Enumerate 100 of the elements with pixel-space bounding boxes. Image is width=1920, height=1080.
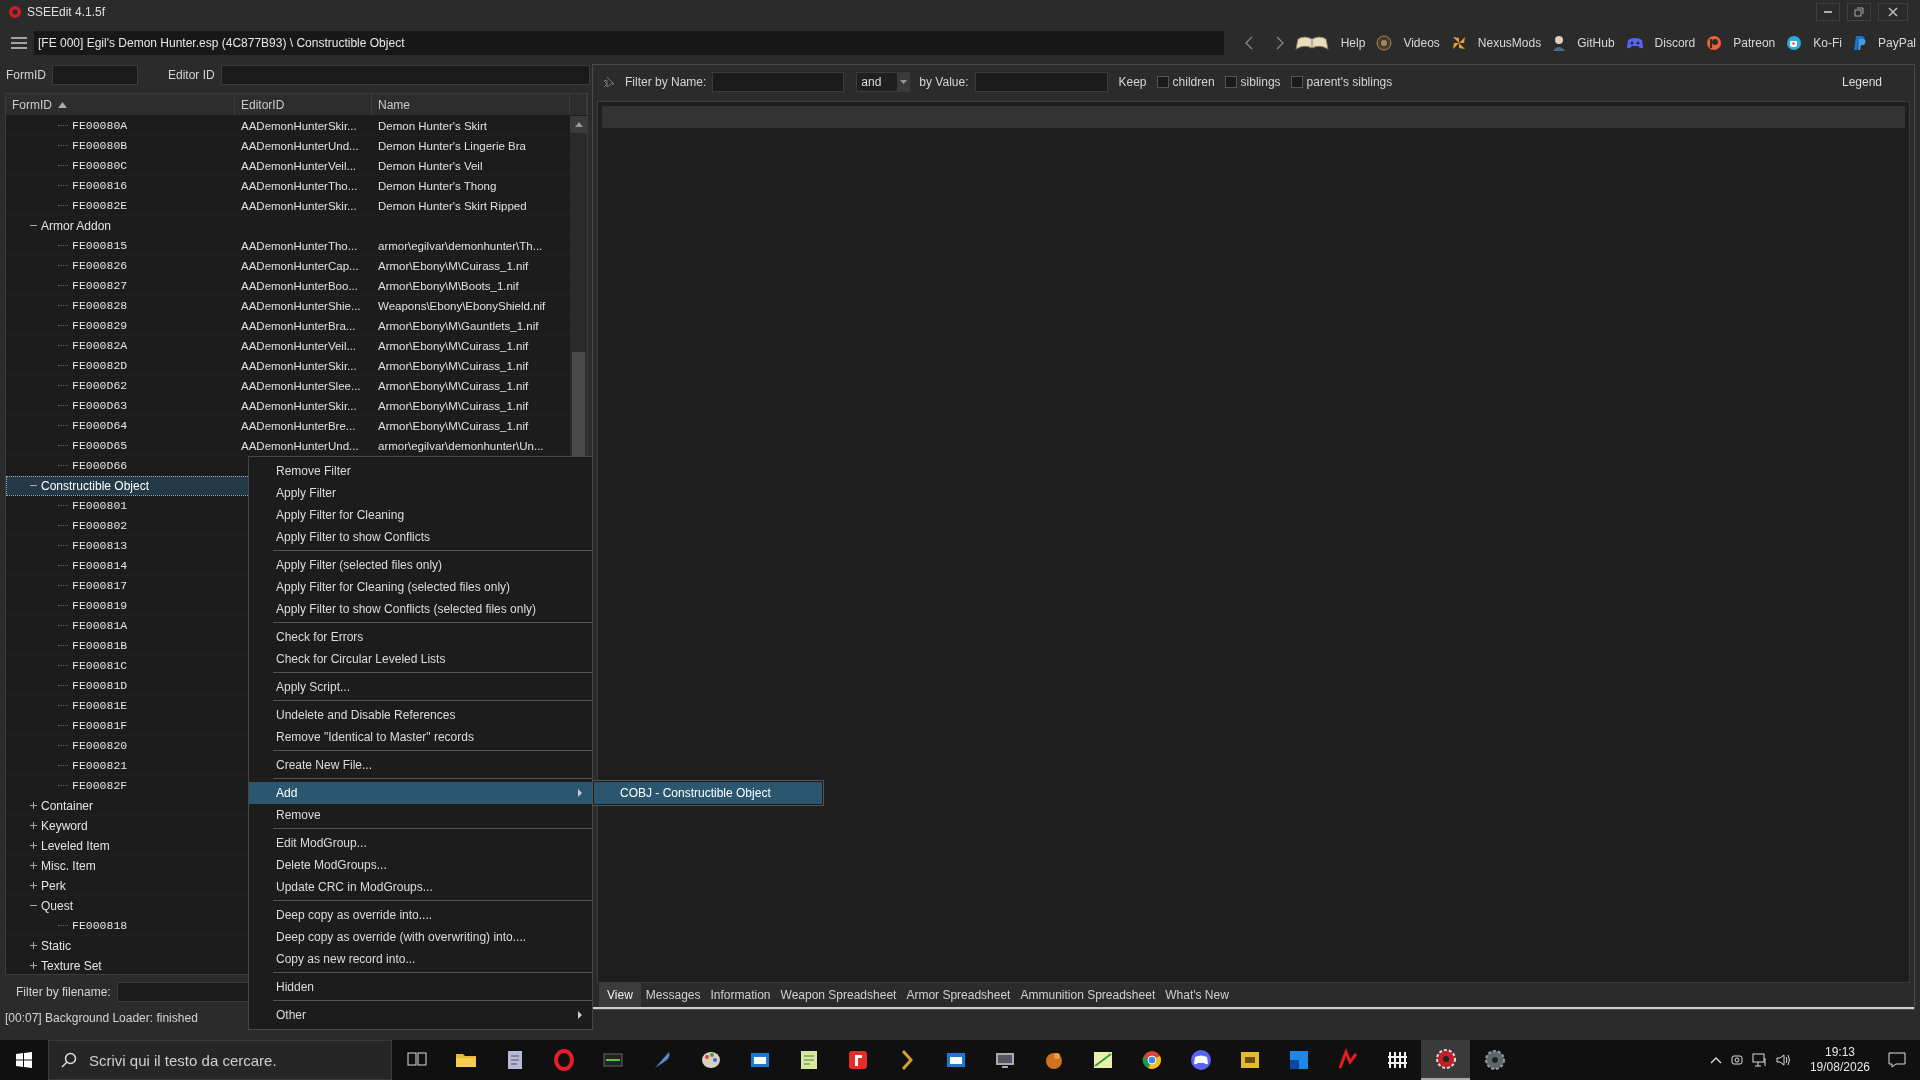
tree-node[interactable]: Leveled Item xyxy=(41,838,110,853)
toolbar-link[interactable]: Videos xyxy=(1403,36,1440,50)
menu-item[interactable]: Apply Filter xyxy=(249,482,592,504)
column-header[interactable]: Name xyxy=(372,94,570,115)
menu-item[interactable]: Apply Filter for Cleaning xyxy=(249,504,592,526)
toolbar-link[interactable]: PayPal xyxy=(1877,36,1916,50)
checkbox[interactable] xyxy=(1224,76,1237,88)
menu-item[interactable]: Remove xyxy=(249,804,592,826)
clock-date[interactable]: 19/08/2026 xyxy=(1809,1060,1870,1075)
expand-icon[interactable] xyxy=(29,801,38,810)
value-filter-field[interactable] xyxy=(974,72,1108,92)
tree-node[interactable]: Static xyxy=(41,938,71,953)
menu-item[interactable]: Deep copy as override into.... xyxy=(249,904,592,926)
menu-item[interactable]: Remove "Identical to Master" records xyxy=(249,726,592,748)
checkbox-label[interactable]: parent's siblings xyxy=(1306,75,1393,89)
menu-item[interactable]: Check for Circular Leveled Lists xyxy=(249,648,592,670)
menu-item[interactable]: COBJ - Constructible Object xyxy=(594,782,822,804)
form-id-cell: FE000D62 xyxy=(72,379,128,392)
expand-icon[interactable] xyxy=(29,821,38,830)
toolbar-link[interactable]: Discord xyxy=(1654,36,1696,50)
menu-item[interactable]: Create New File... xyxy=(249,754,592,776)
menu-item[interactable]: Deep copy as override (with overwriting) into.... xyxy=(249,926,592,948)
form-id-cell: FE00080B xyxy=(72,139,128,152)
expand-icon[interactable] xyxy=(29,961,38,970)
tree-node[interactable]: Perk xyxy=(41,878,66,893)
checkbox-label[interactable]: children xyxy=(1172,75,1215,89)
column-header[interactable]: EditorID xyxy=(235,94,372,115)
formid-field[interactable] xyxy=(52,65,138,85)
expand-icon[interactable] xyxy=(29,881,38,890)
form-id-cell: FE000827 xyxy=(72,279,128,292)
tree-node[interactable]: Quest xyxy=(41,898,73,913)
tab[interactable]: Information xyxy=(705,983,776,1007)
tree-node[interactable]: Constructible Object xyxy=(41,478,150,493)
toolbar-link[interactable]: Ko-Fi xyxy=(1813,36,1842,50)
tree-node[interactable]: Misc. Item xyxy=(41,858,96,873)
tree-node[interactable]: Container xyxy=(41,798,94,813)
chevron-up-icon[interactable] xyxy=(1709,1056,1722,1064)
tab[interactable]: Messages xyxy=(640,983,706,1007)
name-cell-text: Demon Hunter's Skirt Ripped xyxy=(377,199,528,212)
editor-id-cell-text: AADemonHunterUnd... xyxy=(240,139,360,152)
name-cell-text: Armor\Ebony\M\Cuirass_1.nif xyxy=(377,379,530,392)
network-icon[interactable] xyxy=(1751,1053,1768,1067)
close-button[interactable] xyxy=(1878,3,1908,21)
menu-item[interactable]: Delete ModGroups... xyxy=(249,854,592,876)
tree-node[interactable]: Texture Set xyxy=(41,958,102,973)
search-bar[interactable]: Scrivi qui il testo da cercare. xyxy=(48,1040,392,1080)
tab[interactable]: View xyxy=(599,983,641,1007)
name-cell-text: Armor\Ebony\M\Gauntlets_1.nif xyxy=(377,319,540,332)
menu-item[interactable]: Remove Filter xyxy=(249,460,592,482)
restore-button[interactable] xyxy=(1847,3,1871,21)
checkbox[interactable] xyxy=(1290,76,1303,88)
toolbar-link[interactable]: Patreon xyxy=(1733,36,1776,50)
speaker-icon[interactable] xyxy=(1775,1053,1792,1067)
editor-id-cell-text: AADemonHunterTho... xyxy=(240,239,359,252)
editor-id-cell-text: AADemonHunterSlee... xyxy=(240,379,362,392)
legend-button[interactable]: Legend xyxy=(1837,73,1886,91)
expand-icon[interactable] xyxy=(29,941,38,950)
menu-item[interactable]: Undelete and Disable References xyxy=(249,704,592,726)
menu-item[interactable]: Apply Filter to show Conflicts (selected files only) xyxy=(249,598,592,620)
toolbar-link[interactable]: Help xyxy=(1340,36,1366,50)
tree-node[interactable]: Armor Addon xyxy=(41,218,112,233)
menu-item[interactable]: Update CRC in ModGroups... xyxy=(249,876,592,898)
name-cell-text: Demon Hunter's Skirt xyxy=(377,119,488,132)
camera-icon[interactable] xyxy=(1729,1053,1744,1067)
expand-icon[interactable] xyxy=(29,861,38,870)
checkbox[interactable] xyxy=(1156,76,1169,88)
minimize-button[interactable] xyxy=(1816,3,1840,21)
tab[interactable]: Armor Spreadsheet xyxy=(901,983,1016,1007)
operator-dropdown[interactable]: and xyxy=(856,72,911,92)
clock-time[interactable]: 19:13 xyxy=(1824,1045,1855,1060)
gamepad-icon xyxy=(1625,36,1644,50)
taskbar-button[interactable] xyxy=(1421,1040,1470,1080)
minimize-icon xyxy=(1824,11,1832,13)
column-header[interactable]: FormID xyxy=(6,94,235,115)
menu-item[interactable]: Add xyxy=(249,782,592,804)
menu-item[interactable]: Apply Filter for Cleaning (selected files only) xyxy=(249,576,592,598)
expand-icon[interactable] xyxy=(29,841,38,850)
editor-id-cell-text: AADemonHunterTho... xyxy=(240,179,359,192)
menu-item[interactable]: Apply Filter to show Conflicts xyxy=(249,526,592,548)
search-field[interactable]: Scrivi qui il testo da cercare. xyxy=(87,1050,391,1070)
tab[interactable]: Weapon Spreadsheet xyxy=(775,983,902,1007)
menu-item[interactable]: Hidden xyxy=(249,976,592,998)
menu-item[interactable]: Check for Errors xyxy=(249,626,592,648)
tab[interactable]: What's New xyxy=(1160,983,1234,1007)
menu-item[interactable]: Edit ModGroup... xyxy=(249,832,592,854)
menu-button[interactable] xyxy=(10,36,28,50)
menu-item[interactable]: Apply Script... xyxy=(249,676,592,698)
menu-item[interactable]: Copy as new record into... xyxy=(249,948,592,970)
editor-id-cell-text: AADemonHunterSkir... xyxy=(240,119,358,132)
notification-icon[interactable] xyxy=(1888,1052,1906,1068)
tab[interactable]: Ammunition Spreadsheet xyxy=(1015,983,1161,1007)
tree-node[interactable]: Keyword xyxy=(41,818,88,833)
menu-item[interactable]: Apply Filter (selected files only) xyxy=(249,554,592,576)
path-field: [FE 000] Egil's Demon Hunter.esp (4C877B93) \ Constructible Object xyxy=(34,31,1224,55)
toolbar-link[interactable]: NexusMods xyxy=(1477,36,1542,50)
editorid-field[interactable] xyxy=(220,65,590,85)
menu-item[interactable]: Other xyxy=(249,1004,592,1026)
toolbar-link[interactable]: GitHub xyxy=(1577,36,1615,50)
name-filter-field[interactable] xyxy=(712,72,845,92)
checkbox-label[interactable]: siblings xyxy=(1240,75,1281,89)
